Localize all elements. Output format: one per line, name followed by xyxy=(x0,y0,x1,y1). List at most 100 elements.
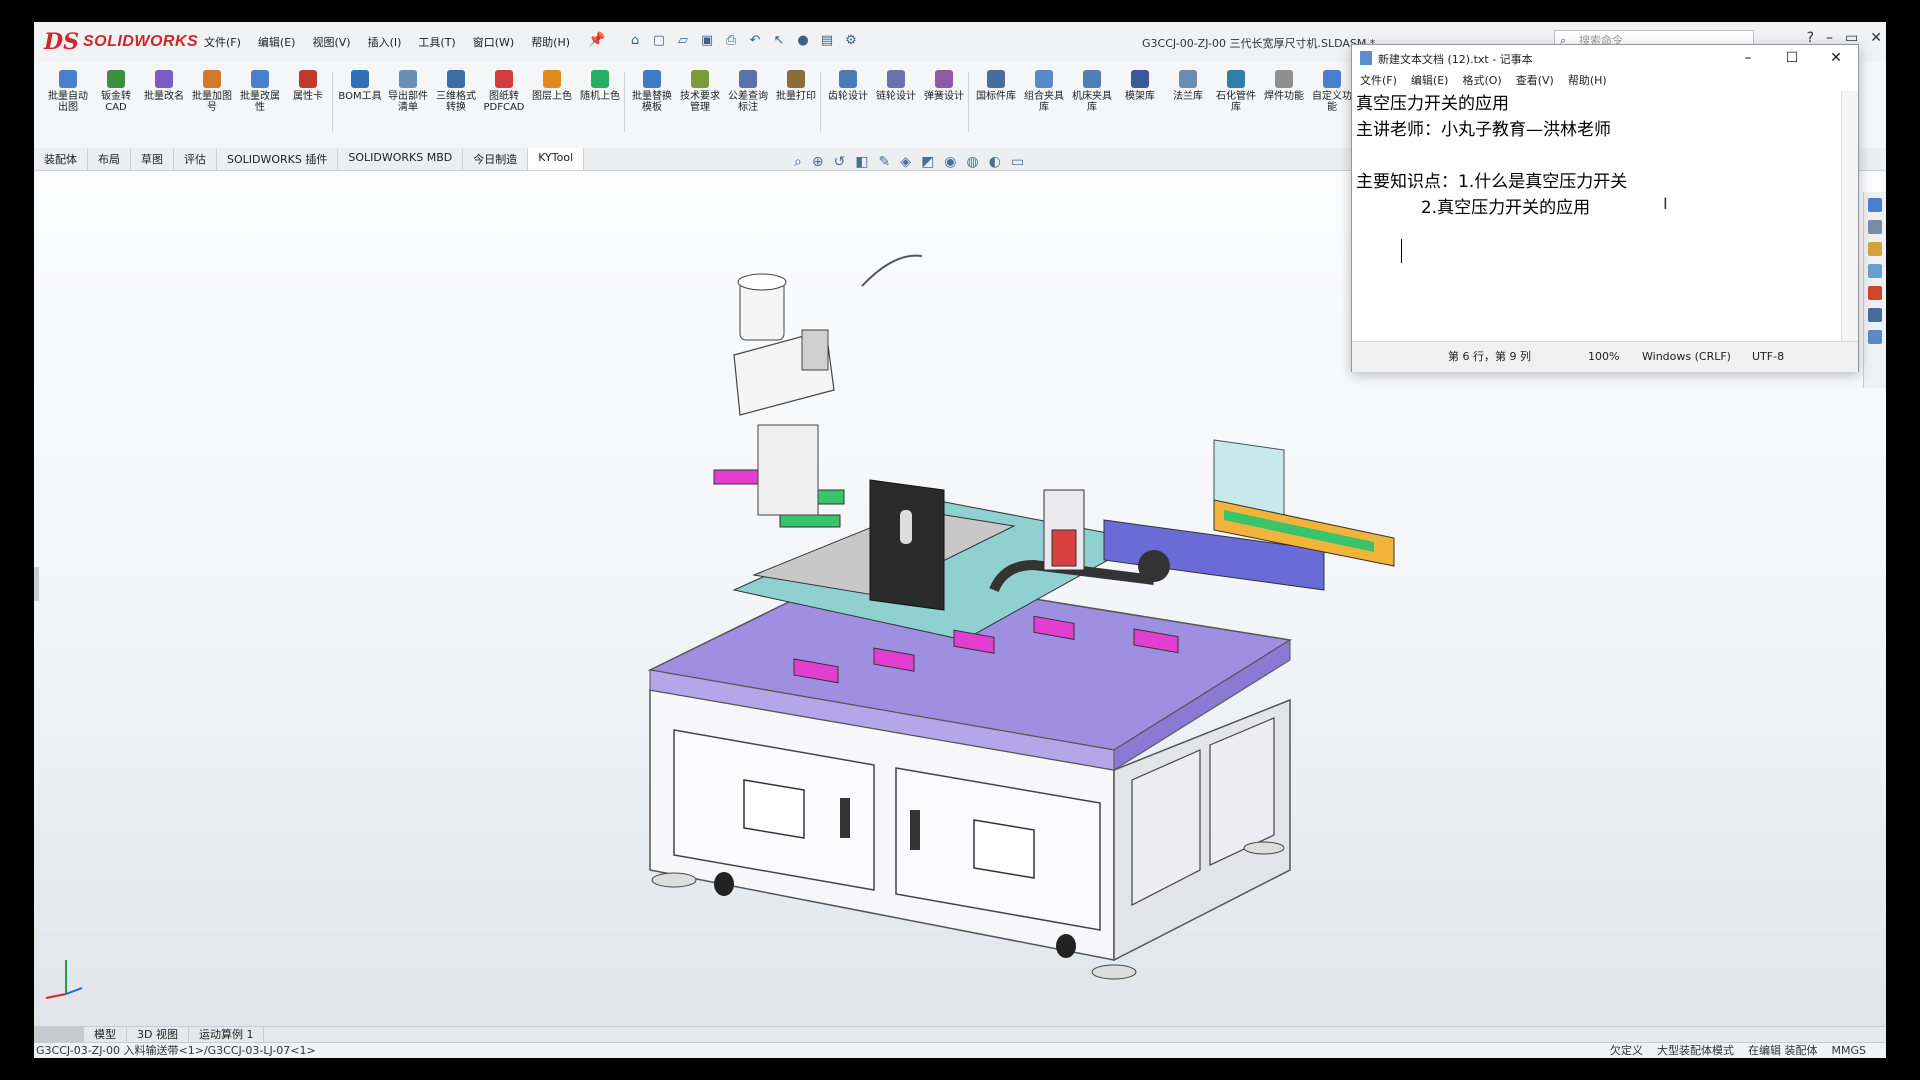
command-tab-8[interactable]: KYTool xyxy=(528,148,585,170)
robot-motor xyxy=(801,329,829,371)
display-style-icon[interactable]: ◩ xyxy=(921,154,934,170)
ribbon-button-24[interactable]: 法兰库 xyxy=(1166,70,1210,102)
minimize-icon[interactable]: – xyxy=(1726,45,1770,71)
notepad-text-area[interactable]: 真空压力开关的应用 主讲老师：小丸子教育—洪林老师 主要知识点：1.什么是真空压… xyxy=(1352,91,1842,341)
logo-text: SOLIDWORKS xyxy=(82,33,199,50)
ribbon-button-label: 随机上色 xyxy=(580,91,620,102)
door-handle-right xyxy=(910,810,920,850)
command-tab-4[interactable]: 评估 xyxy=(174,148,217,170)
view-settings-icon[interactable]: ▭ xyxy=(1011,154,1024,170)
ribbon-button-label: 组合夹具库 xyxy=(1024,91,1064,113)
file-explorer-icon[interactable] xyxy=(1868,242,1882,256)
tab-model[interactable]: 模型 xyxy=(84,1027,127,1043)
section-view-icon[interactable]: ◧ xyxy=(855,154,868,170)
command-tab-7[interactable]: 今日制造 xyxy=(463,148,529,170)
command-tab-5[interactable]: SOLIDWORKS 插件 xyxy=(217,148,339,170)
hide-show-items-icon[interactable]: ◉ xyxy=(944,154,956,170)
notepad-scrollbar[interactable] xyxy=(1841,91,1858,341)
dynamic-annotation-icon[interactable]: ✎ xyxy=(879,154,891,170)
open-folder-icon[interactable]: ▱ xyxy=(674,31,692,49)
ribbon-button-23[interactable]: 模架库 xyxy=(1118,70,1162,102)
menu-file[interactable]: 文件(F) xyxy=(204,34,241,50)
ribbon-button-25[interactable]: 石化管件库 xyxy=(1214,70,1258,113)
menu-help[interactable]: 帮助(H) xyxy=(531,34,570,50)
previous-view-icon[interactable]: ↺ xyxy=(834,154,846,170)
tab-3d-views[interactable]: 3D 视图 xyxy=(127,1027,189,1043)
view-palette-icon[interactable] xyxy=(1868,264,1882,278)
feature-tree-collapse-handle[interactable] xyxy=(34,567,39,601)
menu-view[interactable]: 视图(V) xyxy=(312,34,350,50)
ribbon-button-10[interactable]: 图纸转PDFCAD xyxy=(482,70,526,113)
ribbon-button-17[interactable]: 齿轮设计 xyxy=(826,70,870,102)
command-tab-3[interactable]: 草图 xyxy=(131,148,174,170)
ribbon-button-13[interactable]: 批量替换模板 xyxy=(630,70,674,113)
new-document-icon[interactable]: ▢ xyxy=(650,31,668,49)
ribbon-button-7[interactable]: BOM工具 xyxy=(338,70,382,102)
ribbon-button-3[interactable]: 批量改名 xyxy=(142,70,186,102)
close-icon[interactable]: ✕ xyxy=(1870,30,1882,46)
ribbon-button-1[interactable]: 批量自动出图 xyxy=(46,70,90,113)
ribbon-button-18[interactable]: 链轮设计 xyxy=(874,70,918,102)
save-icon[interactable]: ▣ xyxy=(698,31,716,49)
ribbon-button-14[interactable]: 技术要求管理 xyxy=(678,70,722,113)
menu-edit[interactable]: 编辑(E) xyxy=(258,34,296,50)
ribbon-button-21[interactable]: 组合夹具库 xyxy=(1022,70,1066,113)
notepad-menu-file[interactable]: 文件(F) xyxy=(1360,71,1397,91)
pin-icon[interactable]: 📌 xyxy=(588,32,605,48)
rebuild-icon[interactable]: ● xyxy=(794,31,812,49)
ribbon-separator xyxy=(820,72,821,132)
select-cursor-icon[interactable]: ↖ xyxy=(770,31,788,49)
ribbon-button-2[interactable]: 钣金转CAD xyxy=(94,70,138,113)
ds-logo-mark: DS xyxy=(44,29,79,55)
home-icon[interactable]: ⌂ xyxy=(626,31,644,49)
view-orientation-icon[interactable]: ◈ xyxy=(900,154,911,170)
notepad-menu-view[interactable]: 查看(V) xyxy=(1516,71,1554,91)
ribbon-button-9[interactable]: 三维格式转换 xyxy=(434,70,478,113)
ribbon-button-16[interactable]: 批量打印 xyxy=(774,70,818,102)
command-tab-2[interactable]: 布局 xyxy=(88,148,131,170)
file-properties-icon[interactable]: ▤ xyxy=(818,31,836,49)
forum-icon[interactable] xyxy=(1868,330,1882,344)
ribbon-button-27[interactable]: 自定义功能 xyxy=(1310,70,1354,113)
command-tab-6[interactable]: SOLIDWORKS MBD xyxy=(338,148,464,170)
options-gear-icon[interactable]: ⚙ xyxy=(842,31,860,49)
tab-scroll-arrows[interactable] xyxy=(34,1027,84,1043)
notepad-menu-format[interactable]: 格式(O) xyxy=(1462,71,1501,91)
ribbon-button-12[interactable]: 随机上色 xyxy=(578,70,622,102)
ribbon-button-8[interactable]: 导出部件清单 xyxy=(386,70,430,113)
design-library-icon[interactable] xyxy=(1868,220,1882,234)
custom-properties-icon[interactable] xyxy=(1868,308,1882,322)
solidworks-logo[interactable]: DS SOLIDWORKS xyxy=(44,29,199,55)
ribbon-button-20[interactable]: 国标件库 xyxy=(974,70,1018,102)
menu-window[interactable]: 窗口(W) xyxy=(473,34,514,50)
ribbon-button-6[interactable]: 属性卡 xyxy=(286,70,330,102)
appearances-icon[interactable] xyxy=(1868,286,1882,300)
command-tab-1[interactable]: 装配体 xyxy=(34,148,88,170)
leveling-foot xyxy=(1243,841,1285,855)
notepad-menu-edit[interactable]: 编辑(E) xyxy=(1411,71,1449,91)
tab-motion-study[interactable]: 运动算例 1 xyxy=(189,1027,265,1043)
triad-z-axis xyxy=(65,987,83,995)
zoom-to-area-icon[interactable]: ⊕ xyxy=(812,154,824,170)
edit-appearance-icon[interactable]: ◍ xyxy=(967,154,979,170)
home-icon[interactable] xyxy=(1868,198,1882,212)
print-icon[interactable]: ⎙ xyxy=(722,31,740,49)
ribbon-button-label: 模架库 xyxy=(1125,91,1155,102)
ribbon-button-22[interactable]: 机床夹具库 xyxy=(1070,70,1114,113)
ribbon-button-26[interactable]: 焊件功能 xyxy=(1262,70,1306,102)
ribbon-button-4[interactable]: 批量加图号 xyxy=(190,70,234,113)
notepad-menu-help[interactable]: 帮助(H) xyxy=(1568,71,1607,91)
maximize-icon[interactable]: ☐ xyxy=(1770,45,1814,71)
ribbon-button-5[interactable]: 批量改属性 xyxy=(238,70,282,113)
menu-tools[interactable]: 工具(T) xyxy=(418,34,455,50)
ribbon-button-19[interactable]: 弹簧设计 xyxy=(922,70,966,102)
zoom-to-fit-icon[interactable]: ⌕ xyxy=(794,154,802,170)
ribbon-button-11[interactable]: 图层上色 xyxy=(530,70,574,102)
apply-scene-icon[interactable]: ◐ xyxy=(989,154,1001,170)
notepad-title-bar[interactable]: 新建文本文档 (12).txt - 记事本 – ☐ ✕ xyxy=(1352,45,1858,71)
ribbon-button-15[interactable]: 公差查询标注 xyxy=(726,70,770,113)
menu-insert[interactable]: 插入(I) xyxy=(368,34,402,50)
close-icon[interactable]: ✕ xyxy=(1814,45,1858,71)
undo-icon[interactable]: ↶ xyxy=(746,31,764,49)
unit-system-selector[interactable]: MMGS xyxy=(1832,1043,1867,1058)
